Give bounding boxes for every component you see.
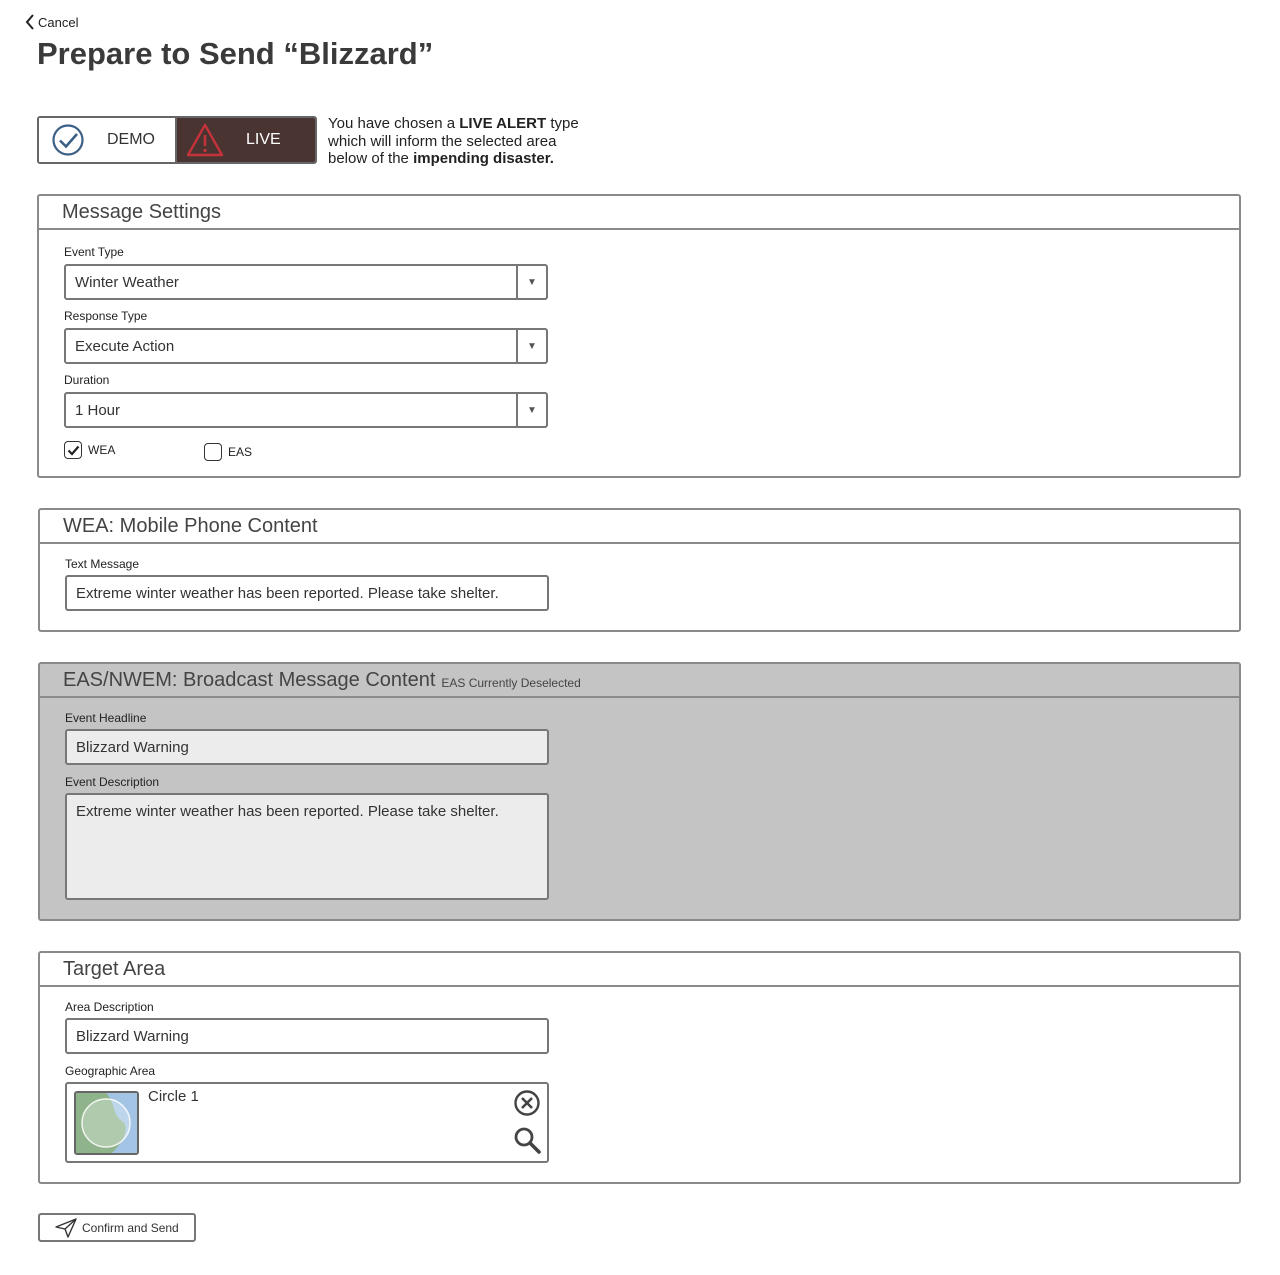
text-message-label: Text Message (65, 557, 140, 571)
duration-label: Duration (64, 373, 110, 387)
area-description-input[interactable]: Blizzard Warning (65, 1018, 549, 1054)
wea-checkbox[interactable] (64, 441, 82, 459)
mode-description: You have chosen a LIVE ALERT type which … (328, 115, 579, 167)
message-settings-title: Message Settings (62, 200, 221, 223)
check-circle-icon (52, 124, 84, 156)
geographic-area-label: Geographic Area (65, 1064, 156, 1078)
response-type-select[interactable]: Execute Action ▼ (64, 328, 548, 364)
message-settings-header: Message Settings (39, 196, 1239, 230)
confirm-and-send-button[interactable]: Confirm and Send (38, 1213, 196, 1242)
target-area-title: Target Area (63, 957, 166, 980)
demo-mode-label: DEMO (107, 131, 155, 148)
event-headline-label: Event Headline (65, 711, 147, 725)
mode-toggle: DEMO LIVE (37, 116, 317, 164)
event-headline-input[interactable]: Blizzard Warning (65, 729, 549, 765)
eas-status-note: EAS Currently Deselected (441, 675, 581, 690)
duration-select[interactable]: 1 Hour ▼ (64, 392, 548, 428)
chevron-down-icon: ▼ (516, 266, 546, 298)
event-description-textarea[interactable]: Extreme winter weather has been reported… (65, 793, 549, 900)
wea-content-header: WEA: Mobile Phone Content (40, 510, 1239, 544)
event-description-label: Event Description (65, 775, 160, 789)
eas-content-panel: EAS/NWEM: Broadcast Message Content EAS … (38, 662, 1241, 921)
eas-content-header: EAS/NWEM: Broadcast Message Content EAS … (40, 664, 1239, 698)
geographic-area-box: Circle 1 (65, 1082, 549, 1163)
map-thumbnail[interactable] (74, 1091, 139, 1155)
response-type-label: Response Type (64, 309, 148, 323)
search-icon[interactable] (513, 1126, 541, 1154)
cancel-link[interactable]: Cancel (24, 14, 78, 30)
event-type-label: Event Type (64, 245, 124, 259)
response-type-value: Execute Action (75, 337, 175, 355)
eas-checkbox-row[interactable]: EAS (204, 443, 252, 461)
target-area-header: Target Area (40, 953, 1239, 987)
wea-checkbox-label: WEA (88, 443, 116, 457)
text-message-input[interactable]: Extreme winter weather has been reported… (65, 575, 549, 611)
geographic-area-name: Circle 1 (148, 1088, 199, 1105)
warning-triangle-icon (186, 123, 224, 157)
map-icon (76, 1093, 137, 1153)
chevron-left-icon (25, 14, 34, 30)
chevron-down-icon: ▼ (516, 330, 546, 362)
event-type-value: Winter Weather (75, 273, 179, 291)
wea-checkbox-row[interactable]: WEA (64, 441, 115, 459)
live-mode-button[interactable]: LIVE (177, 118, 315, 162)
send-icon (55, 1217, 77, 1238)
wea-content-panel: WEA: Mobile Phone Content Text Message E… (38, 508, 1241, 632)
message-settings-panel: Message Settings Event Type Winter Weath… (37, 194, 1241, 478)
target-area-panel: Target Area Area Description Blizzard Wa… (38, 951, 1241, 1184)
demo-mode-button[interactable]: DEMO (39, 118, 177, 162)
cancel-label: Cancel (38, 14, 79, 30)
page-title: Prepare to Send “Blizzard” (37, 36, 434, 71)
event-type-select[interactable]: Winter Weather ▼ (64, 264, 548, 300)
eas-content-title: EAS/NWEM: Broadcast Message Content (63, 668, 436, 691)
duration-value: 1 Hour (75, 401, 121, 419)
clear-circle-icon[interactable] (513, 1089, 541, 1117)
live-mode-label: LIVE (246, 131, 281, 148)
chevron-down-icon: ▼ (516, 394, 546, 426)
area-description-label: Area Description (65, 1000, 154, 1014)
confirm-and-send-label: Confirm and Send (82, 1220, 179, 1235)
wea-content-title: WEA: Mobile Phone Content (63, 514, 318, 537)
eas-checkbox-label: EAS (228, 445, 253, 459)
checkmark-icon (67, 445, 79, 456)
eas-checkbox[interactable] (204, 443, 222, 461)
